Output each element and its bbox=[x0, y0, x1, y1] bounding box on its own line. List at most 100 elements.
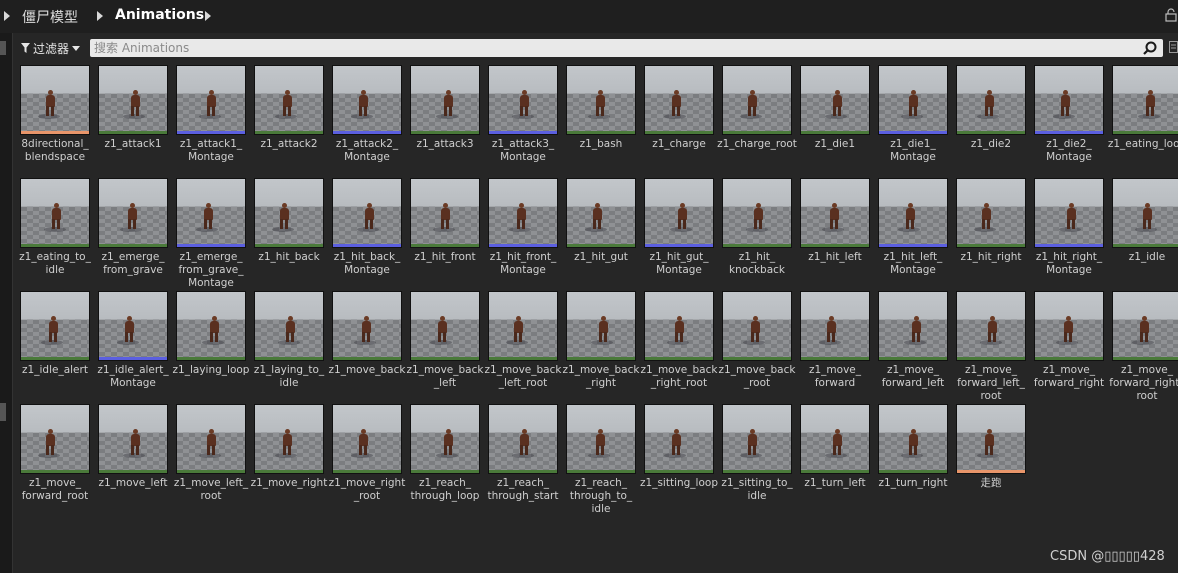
asset-label: 走跑 bbox=[980, 477, 1002, 489]
asset-label: z1_reach_ through_loop bbox=[410, 477, 480, 502]
zombie-figure-icon bbox=[740, 429, 762, 458]
asset-thumbnail[interactable] bbox=[410, 404, 480, 474]
asset-label: z1_move_ forward_left_ root bbox=[957, 364, 1025, 402]
asset-thumbnail[interactable] bbox=[98, 404, 168, 474]
asset-thumbnail[interactable] bbox=[254, 178, 324, 248]
zombie-figure-icon bbox=[588, 429, 610, 458]
asset-thumbnail[interactable] bbox=[488, 178, 558, 248]
asset-type-strip bbox=[723, 131, 791, 134]
asset-type-strip bbox=[99, 131, 167, 134]
asset-thumbnail[interactable] bbox=[20, 65, 90, 135]
zombie-figure-icon bbox=[664, 429, 686, 458]
asset-thumbnail[interactable] bbox=[800, 291, 870, 361]
asset-thumbnail[interactable] bbox=[332, 404, 402, 474]
asset-thumbnail[interactable] bbox=[956, 291, 1026, 361]
breadcrumb-arrow-icon[interactable] bbox=[4, 11, 10, 21]
asset-thumbnail[interactable] bbox=[722, 291, 792, 361]
asset-thumbnail[interactable] bbox=[254, 65, 324, 135]
asset-thumbnail[interactable] bbox=[644, 65, 714, 135]
asset-thumbnail[interactable] bbox=[488, 291, 558, 361]
zombie-figure-icon bbox=[1135, 203, 1157, 232]
asset-thumbnail[interactable] bbox=[1034, 291, 1104, 361]
asset-thumbnail[interactable] bbox=[566, 404, 636, 474]
asset-thumbnail[interactable] bbox=[20, 291, 90, 361]
breadcrumb-current[interactable]: Animations bbox=[115, 7, 204, 23]
asset-thumbnail[interactable] bbox=[566, 65, 636, 135]
asset-type-strip bbox=[99, 470, 167, 473]
asset-thumbnail[interactable] bbox=[956, 404, 1026, 474]
asset-thumbnail[interactable] bbox=[176, 65, 246, 135]
asset-thumbnail[interactable] bbox=[488, 404, 558, 474]
asset-label: z1_emerge_ from_grave bbox=[101, 251, 165, 276]
asset-thumbnail[interactable] bbox=[98, 178, 168, 248]
asset-thumbnail[interactable] bbox=[956, 65, 1026, 135]
asset-thumbnail[interactable] bbox=[644, 178, 714, 248]
left-panel-strip[interactable] bbox=[0, 33, 13, 573]
asset-type-strip bbox=[411, 357, 479, 360]
panel-toggle-icon[interactable] bbox=[0, 41, 6, 55]
asset-thumbnail[interactable] bbox=[566, 291, 636, 361]
asset-thumbnail[interactable] bbox=[332, 291, 402, 361]
zombie-figure-icon bbox=[1138, 90, 1160, 119]
asset-thumbnail[interactable] bbox=[878, 178, 948, 248]
asset-thumbnail[interactable] bbox=[20, 404, 90, 474]
asset-thumbnail[interactable] bbox=[722, 65, 792, 135]
asset-thumbnail[interactable] bbox=[878, 404, 948, 474]
asset-thumbnail[interactable] bbox=[1112, 65, 1178, 135]
asset-thumbnail[interactable] bbox=[176, 404, 246, 474]
asset-thumbnail[interactable] bbox=[800, 404, 870, 474]
asset-thumbnail[interactable] bbox=[800, 65, 870, 135]
breadcrumb-arrow-icon[interactable] bbox=[205, 11, 211, 21]
asset-thumbnail[interactable] bbox=[956, 178, 1026, 248]
asset-thumbnail[interactable] bbox=[332, 178, 402, 248]
zombie-figure-icon bbox=[196, 203, 218, 232]
asset-thumbnail[interactable] bbox=[1112, 291, 1178, 361]
asset-thumbnail[interactable] bbox=[644, 291, 714, 361]
asset-thumbnail[interactable] bbox=[800, 178, 870, 248]
view-options-icon[interactable] bbox=[1169, 41, 1178, 53]
asset-thumbnail[interactable] bbox=[1112, 178, 1178, 248]
asset-thumbnail[interactable] bbox=[410, 178, 480, 248]
asset-label: z1_move_left bbox=[98, 477, 168, 489]
asset-label: z1_attack2 bbox=[260, 138, 318, 150]
zombie-figure-icon bbox=[41, 316, 63, 345]
asset-thumbnail[interactable] bbox=[410, 291, 480, 361]
scroll-handle[interactable] bbox=[0, 403, 6, 421]
asset-thumbnail[interactable] bbox=[644, 404, 714, 474]
asset-thumbnail[interactable] bbox=[722, 404, 792, 474]
asset-thumbnail[interactable] bbox=[1034, 65, 1104, 135]
breadcrumb-folder[interactable]: 僵尸模型 bbox=[22, 7, 78, 27]
asset-thumbnail[interactable] bbox=[176, 291, 246, 361]
asset-thumbnail[interactable] bbox=[332, 65, 402, 135]
asset-type-strip bbox=[957, 357, 1025, 360]
asset-type-strip bbox=[333, 244, 401, 247]
asset-type-strip bbox=[645, 357, 713, 360]
asset-thumbnail[interactable] bbox=[410, 65, 480, 135]
zombie-figure-icon bbox=[436, 90, 458, 119]
lock-icon[interactable] bbox=[1165, 8, 1177, 22]
filter-button[interactable]: 过滤器 bbox=[21, 40, 81, 56]
asset-thumbnail[interactable] bbox=[722, 178, 792, 248]
asset-type-strip bbox=[567, 131, 635, 134]
search-icon[interactable] bbox=[1143, 41, 1157, 55]
asset-thumbnail[interactable] bbox=[20, 178, 90, 248]
asset-type-strip bbox=[99, 357, 167, 360]
asset-thumbnail[interactable] bbox=[1034, 178, 1104, 248]
asset-thumbnail[interactable] bbox=[98, 291, 168, 361]
asset-thumbnail[interactable] bbox=[878, 291, 948, 361]
asset-thumbnail[interactable] bbox=[98, 65, 168, 135]
zombie-figure-icon bbox=[123, 90, 145, 119]
asset-type-strip bbox=[1035, 357, 1103, 360]
asset-thumbnail[interactable] bbox=[566, 178, 636, 248]
asset-thumbnail[interactable] bbox=[878, 65, 948, 135]
asset-thumbnail[interactable] bbox=[254, 404, 324, 474]
asset-thumbnail[interactable] bbox=[176, 178, 246, 248]
asset-browser: 过滤器 8directional_ blendspace z1_attack1 z1… bbox=[13, 33, 1178, 573]
asset-label: z1_hit_right bbox=[960, 251, 1022, 263]
search-input[interactable] bbox=[94, 39, 1134, 57]
breadcrumb-arrow-icon[interactable] bbox=[97, 11, 103, 21]
asset-thumbnail[interactable] bbox=[254, 291, 324, 361]
search-box[interactable] bbox=[90, 39, 1163, 57]
asset-type-strip bbox=[1113, 131, 1178, 134]
asset-thumbnail[interactable] bbox=[488, 65, 558, 135]
